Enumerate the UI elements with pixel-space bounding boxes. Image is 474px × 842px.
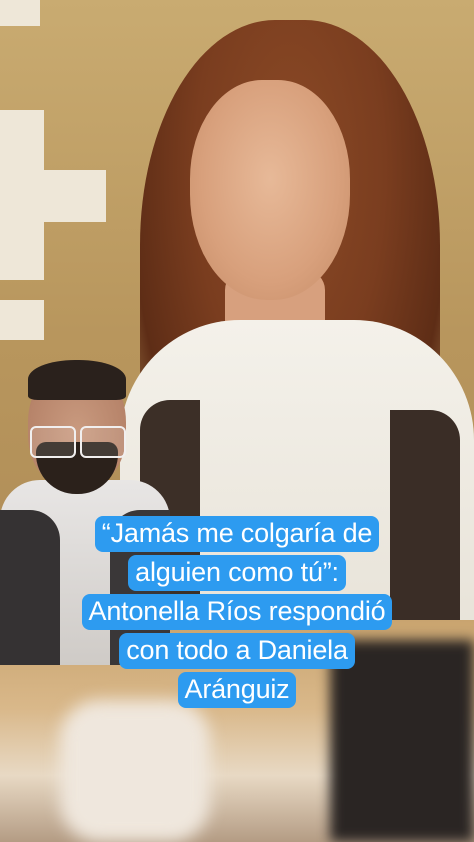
background-panel [44,170,106,222]
caption-line: Antonella Ríos respondió [81,594,393,630]
caption-line: con todo a Daniela [119,633,355,669]
background-panel [0,300,44,340]
video-frame [0,0,474,842]
caption-line: Aránguiz [177,672,297,708]
commentator-hair [28,360,126,400]
caption-overlay: “Jamás me colgaría de alguien como tú”: … [32,516,442,711]
woman-face [190,80,350,300]
caption-line: “Jamás me colgaría de [94,516,380,552]
background-panel [0,110,44,280]
blurred-foreground-light [60,700,210,842]
background-panel [0,0,40,26]
caption-line: alguien como tú”: [128,555,346,591]
glasses-icon [30,426,126,458]
